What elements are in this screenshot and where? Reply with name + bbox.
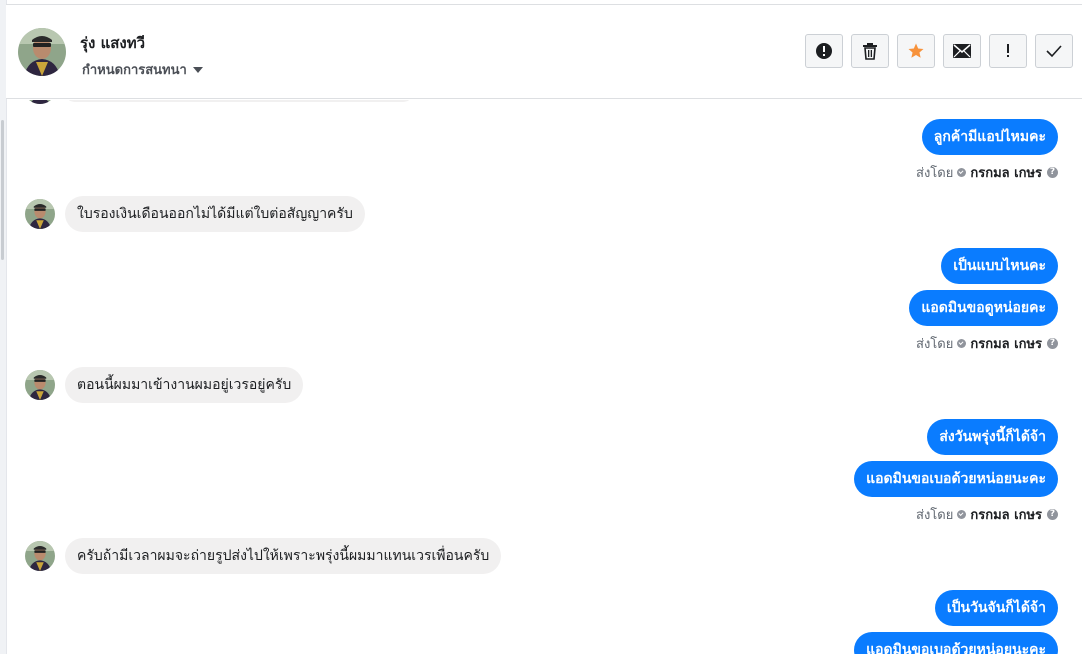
checkmark-icon	[1046, 45, 1062, 58]
trash-icon	[863, 43, 877, 60]
sent-by-label: ส่งโดย	[916, 337, 954, 352]
delete-button[interactable]	[851, 34, 889, 68]
incoming-message-bubble	[64, 100, 414, 102]
envelope-icon	[953, 44, 971, 58]
outgoing-message-bubble: ส่งวันพรุ่งนี้ก็ได้จ้า	[927, 419, 1058, 455]
action-toolbar	[805, 34, 1073, 68]
contact-avatar-small[interactable]	[25, 541, 55, 571]
star-button[interactable]	[897, 34, 935, 68]
status-label: กำหนดการสนทนา	[82, 63, 187, 78]
sent-by-line: ส่งโดย กรกมล เกษร ?	[916, 333, 1058, 354]
sent-by-line: ส่งโดย กรกมล เกษร ?	[916, 504, 1058, 525]
contact-avatar[interactable]	[18, 28, 66, 76]
follow-up-button[interactable]	[989, 34, 1027, 68]
help-icon[interactable]: ?	[1047, 338, 1058, 349]
help-icon[interactable]: ?	[1047, 509, 1058, 520]
contact-avatar-small[interactable]	[25, 370, 55, 400]
outgoing-message-bubble: ลูกค้ามีแอปไหมคะ	[921, 119, 1058, 155]
incoming-message-bubble: ตอนนี้ผมมาเข้างานผมอยู่เวรอยู่ครับ	[65, 367, 304, 403]
verified-check-icon	[957, 510, 967, 519]
spam-button[interactable]	[805, 34, 843, 68]
contact-name: รุ่ง แสงทวี	[80, 34, 146, 52]
caret-down-icon	[192, 66, 203, 73]
conversation-status-dropdown[interactable]: กำหนดการสนทนา	[82, 59, 203, 80]
verified-check-icon	[957, 339, 967, 348]
help-icon[interactable]: ?	[1047, 167, 1058, 178]
incoming-message-row: ครับถ้ามีเวลาผมจะถ่ายรูปส่งไปให้เพราะพรุ…	[25, 538, 502, 574]
message-thread[interactable]: ลูกค้ามีแอปไหมคะ ส่งโดย กรกมล เกษร ? ใบร…	[6, 100, 1082, 654]
verified-check-icon	[957, 168, 967, 177]
agent-name[interactable]: กรกมล เกษร	[970, 162, 1042, 183]
outgoing-message-bubble: แอดมินขอเบอด้วยหน่อยนะคะ	[854, 632, 1058, 654]
outgoing-message-bubble: เป็นแบบไหนคะ	[941, 248, 1058, 284]
exclamation-icon	[1007, 44, 1009, 57]
exclamation-circle-icon	[816, 43, 832, 59]
done-button[interactable]	[1035, 34, 1073, 68]
incoming-message-bubble: ครับถ้ามีเวลาผมจะถ่ายรูปส่งไปให้เพราะพรุ…	[65, 538, 502, 574]
outgoing-message-bubble: เป็นวันจันก็ได้จ้า	[934, 590, 1058, 626]
sent-by-label: ส่งโดย	[916, 508, 954, 523]
incoming-message-bubble: ใบรองเงินเดือนออกไม่ได้มีแต่ใบต่อสัญญาคร…	[65, 196, 365, 232]
agent-name[interactable]: กรกมล เกษร	[970, 333, 1042, 354]
star-icon	[908, 43, 924, 58]
person-photo-avatar-icon	[25, 370, 55, 400]
sent-by-label: ส่งโดย	[916, 166, 954, 181]
person-photo-avatar-icon	[25, 199, 55, 229]
incoming-message-row: ใบรองเงินเดือนออกไม่ได้มีแต่ใบต่อสัญญาคร…	[25, 196, 365, 232]
outgoing-message-bubble: แอดมินขอดูหน่อยคะ	[909, 290, 1058, 326]
incoming-message-row: ตอนนี้ผมมาเข้างานผมอยู่เวรอยู่ครับ	[25, 367, 304, 403]
contact-avatar-small	[25, 100, 55, 104]
outgoing-message-bubble: แอดมินขอเบอด้วยหน่อยนะคะ	[854, 461, 1058, 497]
mark-unread-button[interactable]	[943, 34, 981, 68]
agent-name[interactable]: กรกมล เกษร	[970, 504, 1042, 525]
sent-by-line: ส่งโดย กรกมล เกษร ?	[916, 162, 1058, 183]
contact-avatar-small[interactable]	[25, 199, 55, 229]
conversation-window: รุ่ง แสงทวี กำหนดการสนทนา ลูกค้ามีแอปไหม…	[0, 0, 1082, 654]
scrollbar-thumb[interactable]	[1, 120, 4, 260]
person-photo-avatar-icon	[18, 28, 66, 76]
person-photo-avatar-icon	[25, 541, 55, 571]
person-photo-avatar-icon	[25, 100, 55, 104]
conversation-header: รุ่ง แสงทวี กำหนดการสนทนา	[6, 4, 1082, 99]
